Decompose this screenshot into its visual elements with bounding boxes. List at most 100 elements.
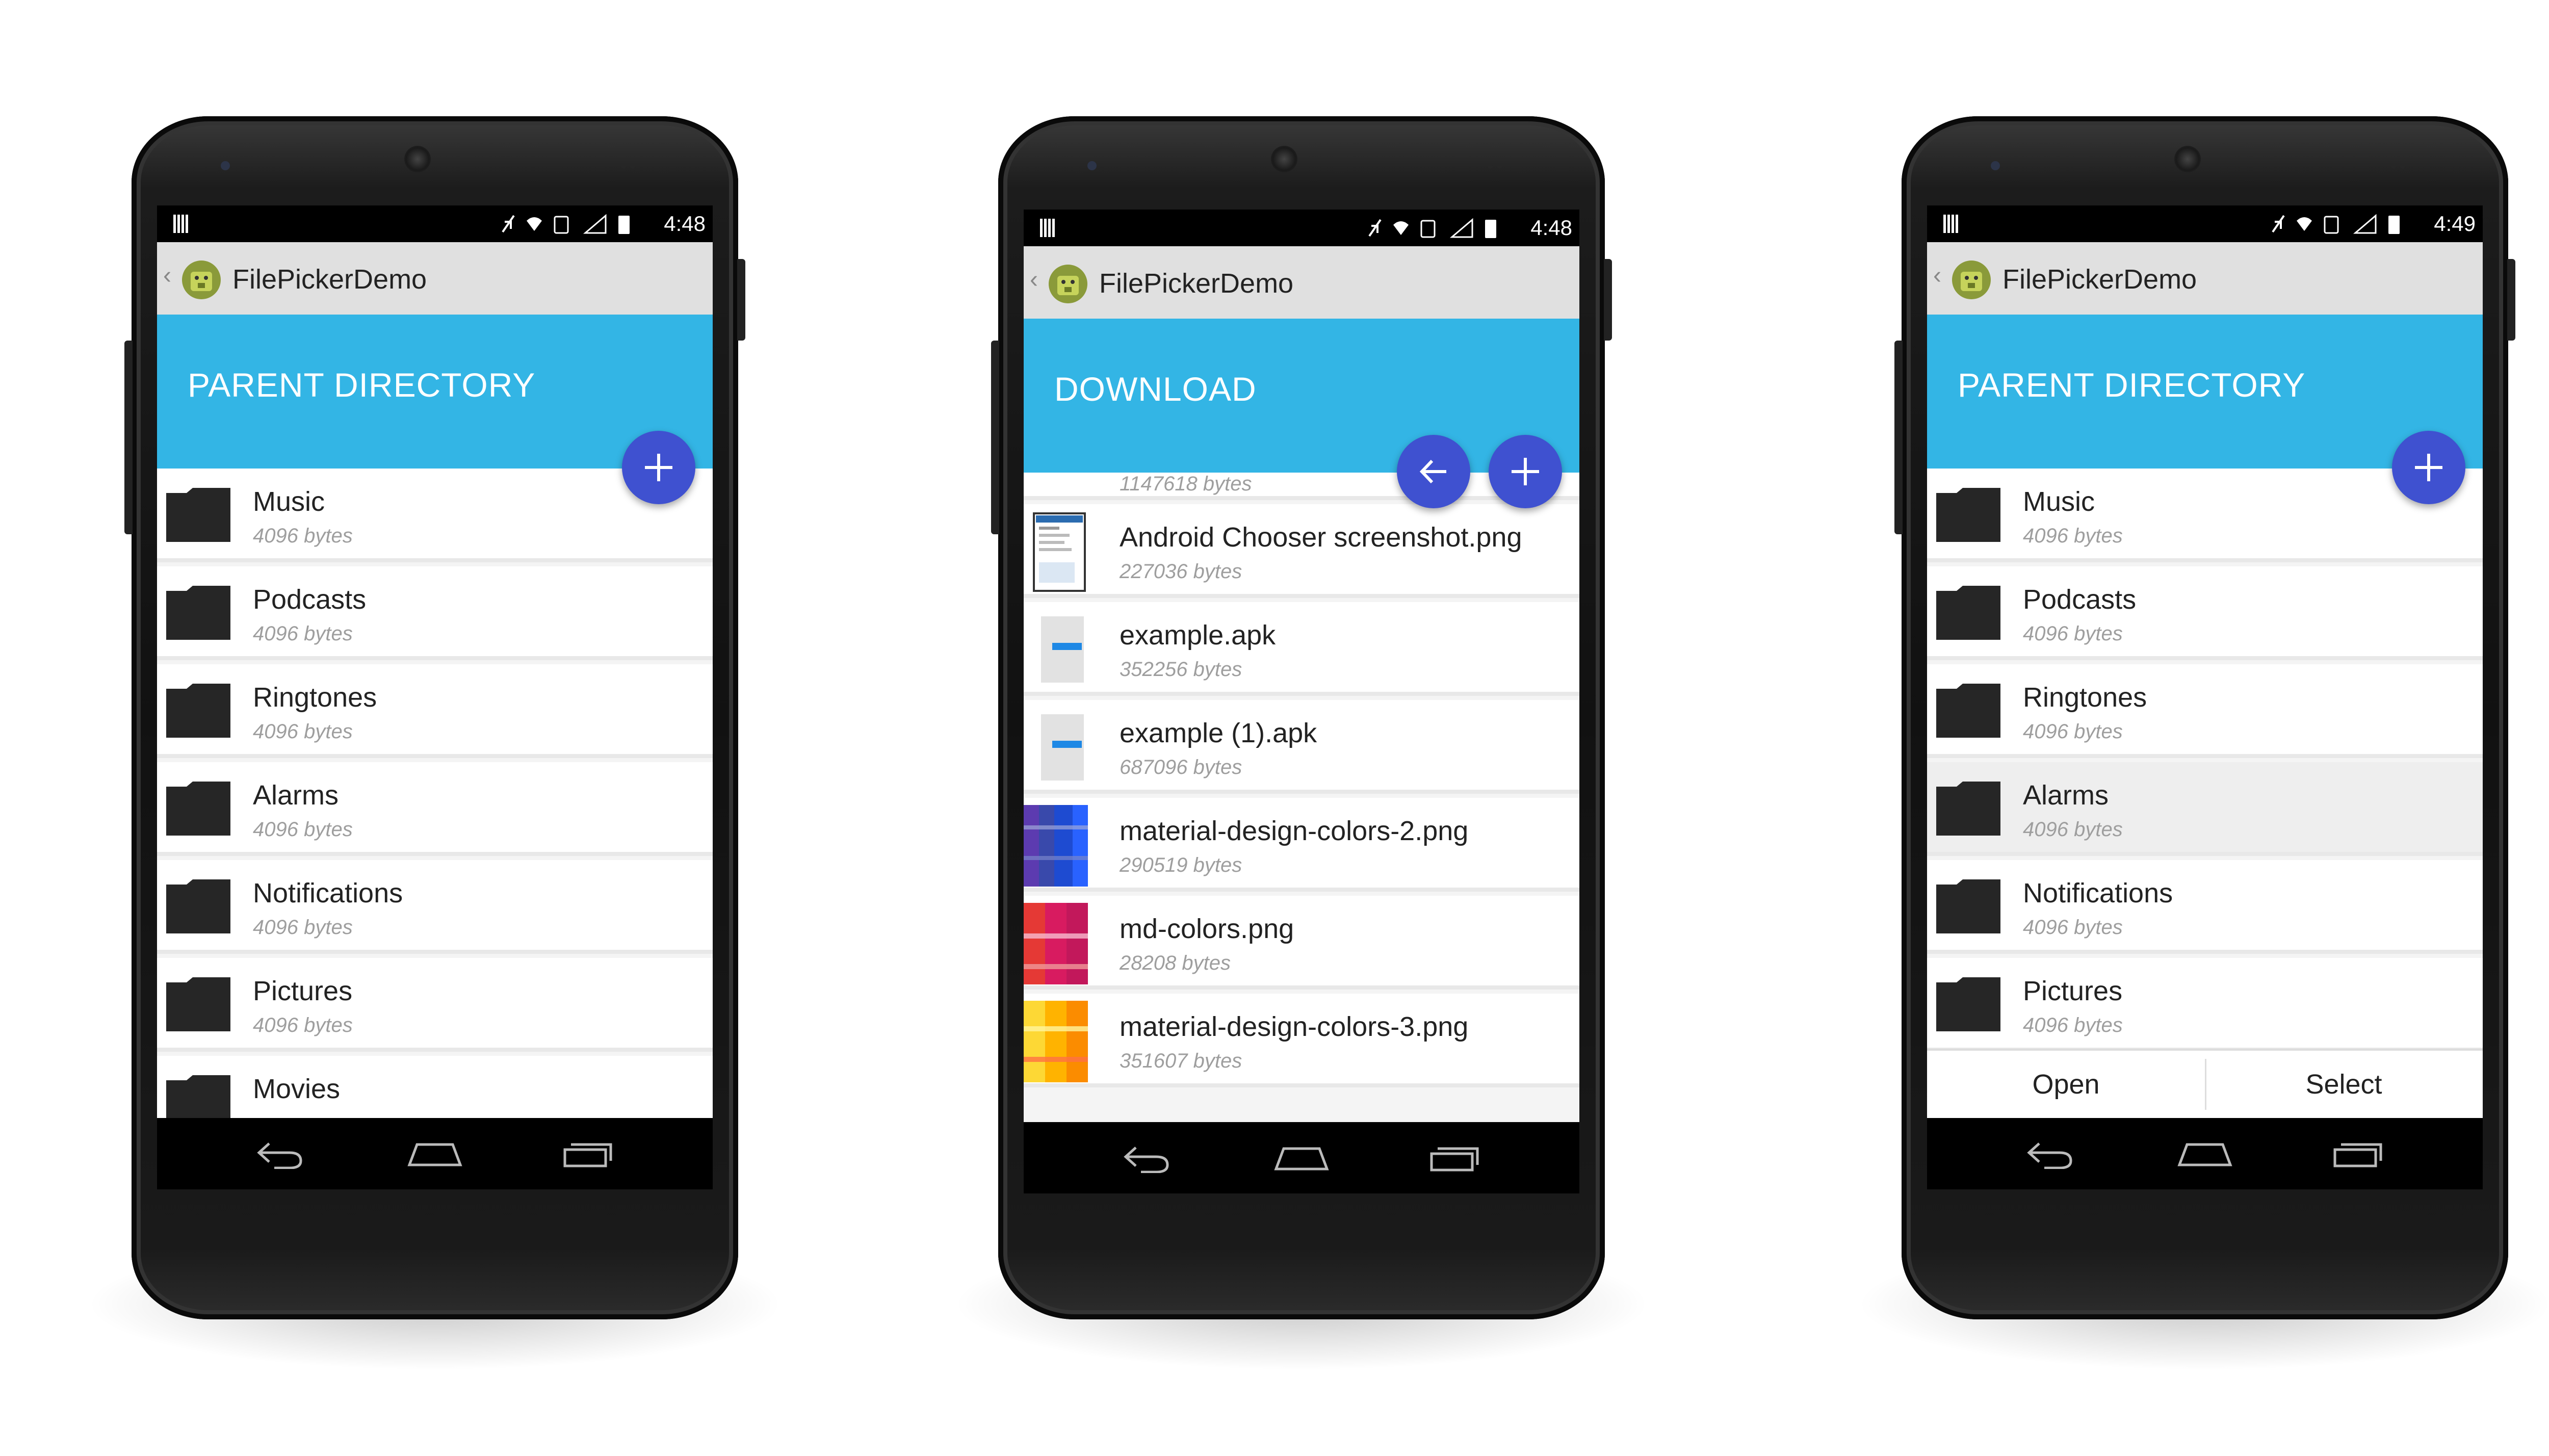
- clock: 4:48: [664, 212, 706, 236]
- go-back-fab[interactable]: [1397, 435, 1470, 508]
- list-item[interactable]: Podcasts 4096 bytes: [157, 566, 713, 660]
- item-name: Alarms: [253, 780, 339, 811]
- list-item[interactable]: Alarms 4096 bytes: [157, 762, 713, 856]
- folder-icon: [166, 684, 230, 738]
- item-size: 4096 bytes: [253, 818, 353, 841]
- app-title: FilePickerDemo: [2002, 264, 2197, 295]
- item-name: Notifications: [2023, 878, 2173, 908]
- phone-1: 4:48 ‹ FilePickerDemo PARENT DIRECTORY M…: [86, 116, 784, 1370]
- sensors: [2391, 162, 2411, 169]
- directory-title: PARENT DIRECTORY: [188, 366, 536, 404]
- item-name: Alarms: [2023, 780, 2109, 811]
- folder-icon: [1936, 488, 2000, 542]
- new-folder-fab[interactable]: [2392, 431, 2465, 504]
- list-item[interactable]: Notifications 4096 bytes: [157, 860, 713, 954]
- front-camera: [221, 161, 230, 170]
- item-size: 351607 bytes: [1120, 1050, 1242, 1072]
- recents-icon[interactable]: [2330, 1138, 2386, 1169]
- item-name: material-design-colors-2.png: [1120, 816, 1469, 846]
- android-app-icon[interactable]: [1046, 261, 1090, 304]
- home-icon[interactable]: [2177, 1138, 2233, 1169]
- list-item[interactable]: Pictures 4096 bytes: [1927, 958, 2483, 1052]
- status-bar: 4:48: [157, 205, 713, 242]
- folder-icon: [166, 782, 230, 836]
- new-folder-fab[interactable]: [1489, 435, 1562, 508]
- home-icon[interactable]: [1273, 1142, 1330, 1173]
- app-title: FilePickerDemo: [232, 264, 427, 295]
- folder-icon: [166, 977, 230, 1031]
- home-icon[interactable]: [407, 1138, 463, 1169]
- list-item[interactable]: example.apk 352256 bytes: [1024, 602, 1579, 696]
- barcode-notification-icon: [1040, 219, 1055, 237]
- item-size: 4096 bytes: [2023, 1014, 2123, 1036]
- back-icon[interactable]: [1121, 1142, 1172, 1173]
- status-icons: [499, 212, 652, 242]
- recents-icon[interactable]: [1426, 1142, 1482, 1173]
- status-bar: 4:49: [1927, 205, 2483, 242]
- folder-icon: [1936, 977, 2000, 1031]
- item-size: 4096 bytes: [2023, 916, 2123, 939]
- item-size: 4096 bytes: [2023, 720, 2123, 743]
- action-button-bar: Open Select: [1927, 1049, 2483, 1118]
- list-item[interactable]: Ringtones 4096 bytes: [1927, 664, 2483, 758]
- list-item[interactable]: Pictures 4096 bytes: [157, 958, 713, 1052]
- list-item[interactable]: Notifications 4096 bytes: [1927, 860, 2483, 954]
- power-button: [1604, 259, 1612, 341]
- select-button[interactable]: Select: [2205, 1051, 2483, 1118]
- item-name: Notifications: [253, 878, 403, 908]
- folder-icon: [166, 488, 230, 542]
- status-icons-svg: [1368, 218, 1496, 238]
- item-name: Podcasts: [2023, 584, 2137, 615]
- screen: 4:48 ‹ FilePickerDemo DOWNLOAD 1147618 b…: [1024, 210, 1579, 1193]
- item-size: 290519 bytes: [1120, 854, 1242, 876]
- list-item[interactable]: Android Chooser screenshot.png 227036 by…: [1024, 504, 1579, 598]
- phone-3: 4:49 ‹ FilePickerDemo PARENT DIRECTORY M…: [1856, 116, 2549, 1370]
- up-caret-icon[interactable]: ‹: [1933, 262, 1941, 290]
- barcode-notification-icon: [1943, 215, 1959, 233]
- up-caret-icon[interactable]: ‹: [163, 262, 171, 290]
- front-camera: [1991, 161, 2000, 170]
- folder-icon: [1936, 586, 2000, 640]
- back-icon[interactable]: [2024, 1138, 2075, 1169]
- sensors: [1488, 162, 1508, 169]
- barcode-notification-icon: [173, 215, 189, 233]
- list-item[interactable]: md-colors.png 28208 bytes: [1024, 896, 1579, 990]
- new-folder-fab[interactable]: [622, 431, 695, 504]
- back-icon[interactable]: [254, 1138, 305, 1169]
- directory-title: PARENT DIRECTORY: [1958, 366, 2306, 404]
- item-size: 4096 bytes: [253, 720, 353, 743]
- folder-icon: [1936, 879, 2000, 933]
- open-button[interactable]: Open: [1927, 1051, 2205, 1118]
- clock: 4:48: [1530, 216, 1572, 240]
- folder-icon: [166, 879, 230, 933]
- list-item-selected[interactable]: Alarms 4096 bytes: [1927, 762, 2483, 856]
- list-item[interactable]: example (1).apk 687096 bytes: [1024, 700, 1579, 794]
- item-size: 4096 bytes: [253, 622, 353, 645]
- plus-icon: [645, 454, 672, 481]
- front-camera: [1087, 161, 1097, 170]
- item-size: 687096 bytes: [1120, 756, 1242, 778]
- screen: 4:48 ‹ FilePickerDemo PARENT DIRECTORY M…: [157, 205, 713, 1189]
- back-arrow-icon: [1419, 459, 1446, 484]
- list-item[interactable]: material-design-colors-2.png 290519 byte…: [1024, 798, 1579, 892]
- list-item[interactable]: material-design-colors-3.png 351607 byte…: [1024, 994, 1579, 1087]
- recents-icon[interactable]: [560, 1138, 616, 1169]
- image-thumbnail: [1024, 903, 1088, 984]
- earpiece-speaker: [2174, 146, 2201, 172]
- list-item[interactable]: Ringtones 4096 bytes: [157, 664, 713, 758]
- apk-file-icon: [1041, 616, 1084, 683]
- status-icons-svg: [2272, 214, 2400, 234]
- list-item[interactable]: Podcasts 4096 bytes: [1927, 566, 2483, 660]
- file-list: 1147618 bytes Android Chooser screenshot…: [1024, 473, 1579, 1193]
- item-name: material-design-colors-3.png: [1120, 1011, 1469, 1042]
- sensors: [621, 162, 641, 169]
- volume-button: [124, 341, 133, 534]
- power-button: [2507, 259, 2515, 341]
- android-app-icon[interactable]: [1949, 256, 1993, 300]
- up-caret-icon[interactable]: ‹: [1030, 266, 1038, 294]
- volume-button: [991, 341, 999, 534]
- android-app-icon[interactable]: [179, 256, 223, 300]
- item-name: Pictures: [253, 976, 353, 1006]
- clock: 4:49: [2434, 212, 2476, 236]
- power-button: [737, 259, 745, 341]
